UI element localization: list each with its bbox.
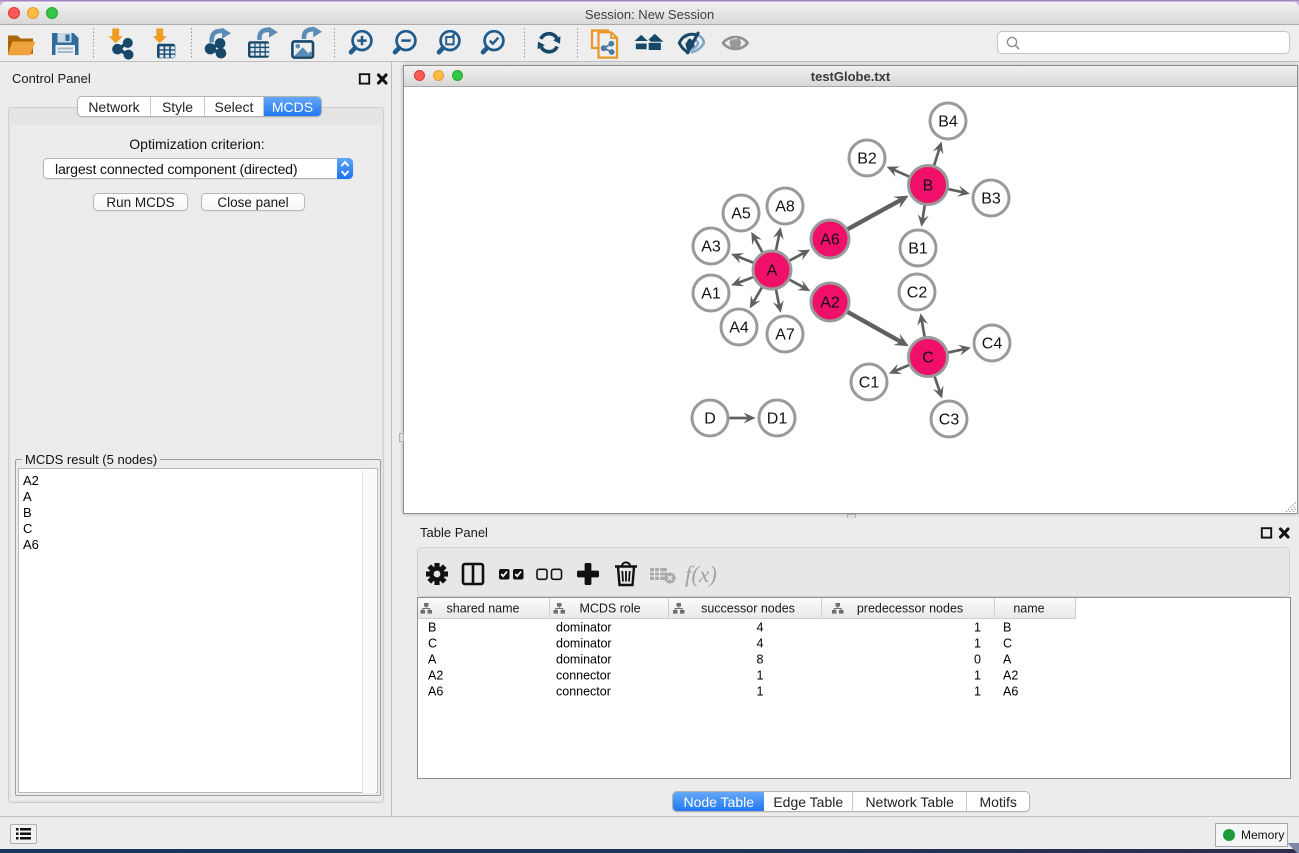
svg-text:A2: A2: [820, 295, 840, 312]
svg-text:A: A: [428, 653, 437, 667]
svg-text:A2: A2: [428, 669, 443, 683]
svg-text:0: 0: [974, 653, 981, 667]
svg-text:dominator: dominator: [556, 621, 612, 635]
svg-text:A6: A6: [428, 685, 443, 699]
svg-text:4: 4: [757, 621, 764, 635]
svg-text:C3: C3: [939, 412, 960, 429]
svg-text:B: B: [1003, 621, 1011, 635]
svg-text:name: name: [1013, 602, 1044, 616]
svg-text:connector: connector: [556, 685, 611, 699]
svg-text:C4: C4: [982, 336, 1003, 353]
svg-text:8: 8: [757, 653, 764, 667]
svg-text:1: 1: [757, 685, 764, 699]
svg-text:B1: B1: [908, 241, 928, 258]
svg-text:shared name: shared name: [447, 602, 520, 616]
svg-text:B: B: [428, 621, 436, 635]
svg-text:A1: A1: [701, 286, 721, 303]
svg-text:C: C: [1003, 637, 1012, 651]
svg-text:1: 1: [757, 669, 764, 683]
svg-text:C2: C2: [907, 285, 928, 302]
svg-text:connector: connector: [556, 669, 611, 683]
svg-text:C: C: [428, 637, 437, 651]
svg-text:4: 4: [757, 637, 764, 651]
svg-text:A2: A2: [1003, 669, 1018, 683]
svg-text:B4: B4: [938, 114, 958, 131]
svg-text:predecessor nodes: predecessor nodes: [857, 602, 963, 616]
svg-text:1: 1: [974, 669, 981, 683]
svg-text:f(x): f(x): [685, 562, 717, 587]
svg-text:B2: B2: [857, 151, 877, 168]
svg-text:A7: A7: [775, 327, 795, 344]
svg-text:B3: B3: [981, 191, 1001, 208]
svg-text:A4: A4: [729, 320, 749, 337]
svg-text:D: D: [704, 411, 716, 428]
svg-text:A: A: [767, 263, 778, 280]
svg-text:A8: A8: [775, 199, 795, 216]
svg-text:MCDS role: MCDS role: [579, 602, 640, 616]
svg-text:A6: A6: [820, 232, 840, 249]
svg-text:C: C: [922, 350, 934, 367]
svg-text:A5: A5: [731, 206, 751, 223]
svg-text:dominator: dominator: [556, 637, 612, 651]
svg-text:dominator: dominator: [556, 653, 612, 667]
svg-text:1: 1: [974, 621, 981, 635]
svg-text:A: A: [1003, 653, 1012, 667]
svg-text:D1: D1: [767, 411, 788, 428]
svg-text:1: 1: [974, 637, 981, 651]
svg-text:A6: A6: [1003, 685, 1018, 699]
svg-text:successor nodes: successor nodes: [701, 602, 795, 616]
svg-text:C1: C1: [859, 375, 880, 392]
svg-text:1: 1: [974, 685, 981, 699]
svg-text:A3: A3: [701, 239, 721, 256]
svg-text:B: B: [923, 178, 934, 195]
